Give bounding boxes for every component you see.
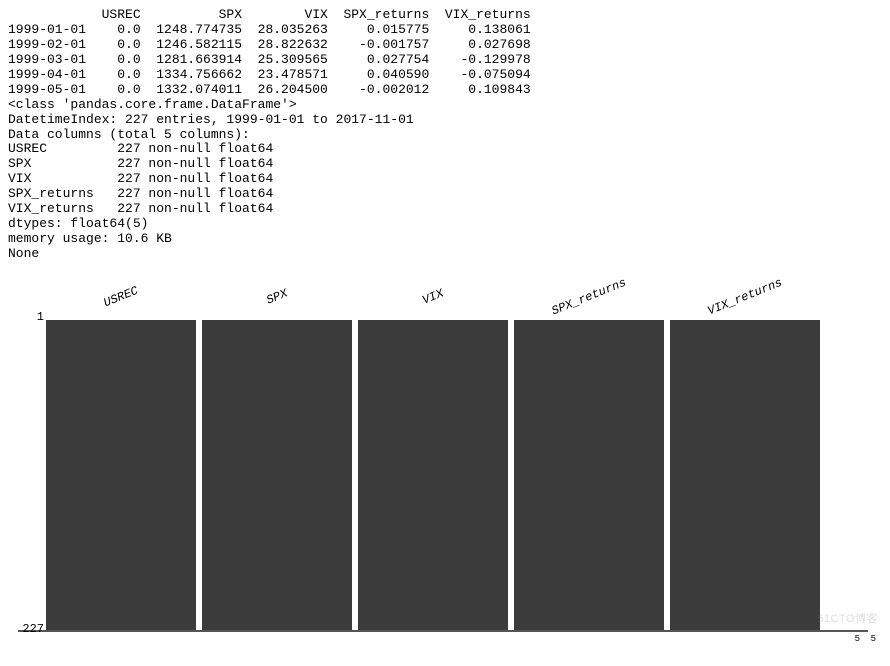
bar: [358, 320, 508, 630]
bar: [514, 320, 664, 630]
info-col: VIX 227 non-null float64: [8, 171, 273, 186]
info-dtypes: dtypes: float64(5): [8, 216, 148, 231]
info-index: DatetimeIndex: 227 entries, 1999-01-01 t…: [8, 112, 414, 127]
bar-label: VIX_returns: [706, 276, 785, 319]
table-header-row: USREC SPX VIX SPX_returns VIX_returns: [8, 7, 531, 22]
bar-col: SPX_returns: [514, 320, 664, 630]
info-class: <class 'pandas.core.frame.DataFrame'>: [8, 97, 297, 112]
bar-col: VIX: [358, 320, 508, 630]
info-memory: memory usage: 10.6 KB: [8, 231, 172, 246]
bar-col: SPX: [202, 320, 352, 630]
info-none: None: [8, 246, 39, 261]
right-tick: 5: [871, 634, 876, 644]
bar: [670, 320, 820, 630]
bar-col: VIX_returns: [670, 320, 820, 630]
table-row: 1999-04-01 0.0 1334.756662 23.478571 0.0…: [8, 67, 531, 82]
bar: [202, 320, 352, 630]
y-tick-bottom: 227: [14, 622, 44, 636]
right-tick: 5: [855, 634, 860, 644]
y-tick-top: 1: [14, 310, 44, 324]
bar-label: SPX_returns: [550, 276, 629, 319]
table-row: 1999-02-01 0.0 1246.582115 28.822632 -0.…: [8, 37, 531, 52]
bar-label: USREC: [102, 284, 141, 310]
bar-col: USREC: [46, 320, 196, 630]
bar-label: SPX: [264, 286, 289, 307]
bar-label: VIX: [420, 286, 445, 307]
info-cols-header: Data columns (total 5 columns):: [8, 127, 250, 142]
info-col: VIX_returns 227 non-null float64: [8, 201, 273, 216]
console-output: USREC SPX VIX SPX_returns VIX_returns 19…: [8, 8, 882, 262]
info-col: SPX_returns 227 non-null float64: [8, 186, 273, 201]
table-row: 1999-03-01 0.0 1281.663914 25.309565 0.0…: [8, 52, 531, 67]
info-col: SPX 227 non-null float64: [8, 156, 273, 171]
info-col: USREC 227 non-null float64: [8, 141, 273, 156]
bar: [46, 320, 196, 630]
table-row: 1999-01-01 0.0 1248.774735 28.035263 0.0…: [8, 22, 531, 37]
watermark: 51CTO博客: [817, 610, 878, 626]
non-null-bar-chart: 1 227 USREC SPX VIX SPX_returns VIX_retu…: [18, 280, 868, 632]
table-row: 1999-05-01 0.0 1332.074011 26.204500 -0.…: [8, 82, 531, 97]
bars-container: USREC SPX VIX SPX_returns VIX_returns: [18, 320, 868, 632]
